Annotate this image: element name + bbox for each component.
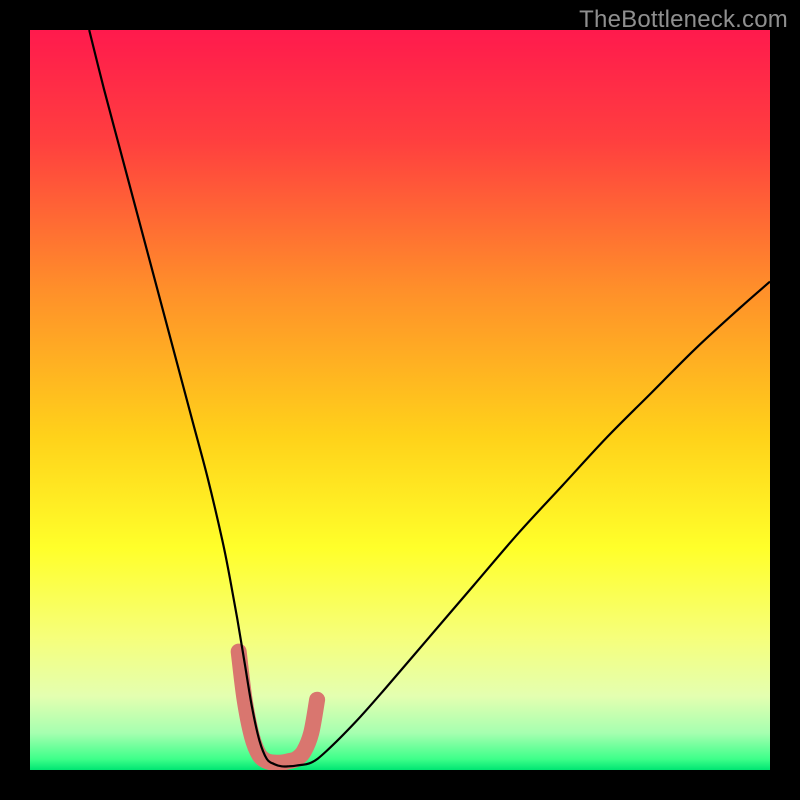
- plot-area: [30, 30, 770, 770]
- curve-layer: [30, 30, 770, 770]
- bottleneck-curve: [89, 30, 770, 766]
- watermark-text: TheBottleneck.com: [579, 6, 788, 34]
- highlight-band: [239, 652, 317, 763]
- chart-frame: TheBottleneck.com: [0, 0, 800, 800]
